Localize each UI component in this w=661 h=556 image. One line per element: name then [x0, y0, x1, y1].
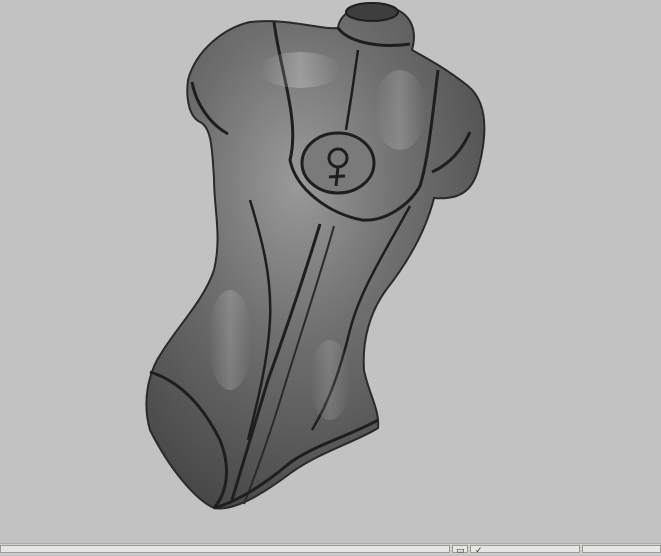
3d-viewport[interactable] — [0, 0, 661, 543]
status-pane-check: ✓ — [470, 545, 580, 556]
status-pane-main — [0, 545, 450, 553]
neck-opening — [345, 2, 399, 22]
window-icon[interactable]: ▭ — [456, 546, 465, 556]
status-pane-window[interactable]: ▭ — [452, 545, 468, 556]
model-render[interactable] — [0, 0, 661, 543]
female-symbol-icon — [300, 131, 376, 195]
checkmark-icon: ✓ — [475, 546, 483, 556]
status-pane-extra — [582, 545, 661, 553]
status-bar: ▭ ✓ — [0, 543, 661, 556]
